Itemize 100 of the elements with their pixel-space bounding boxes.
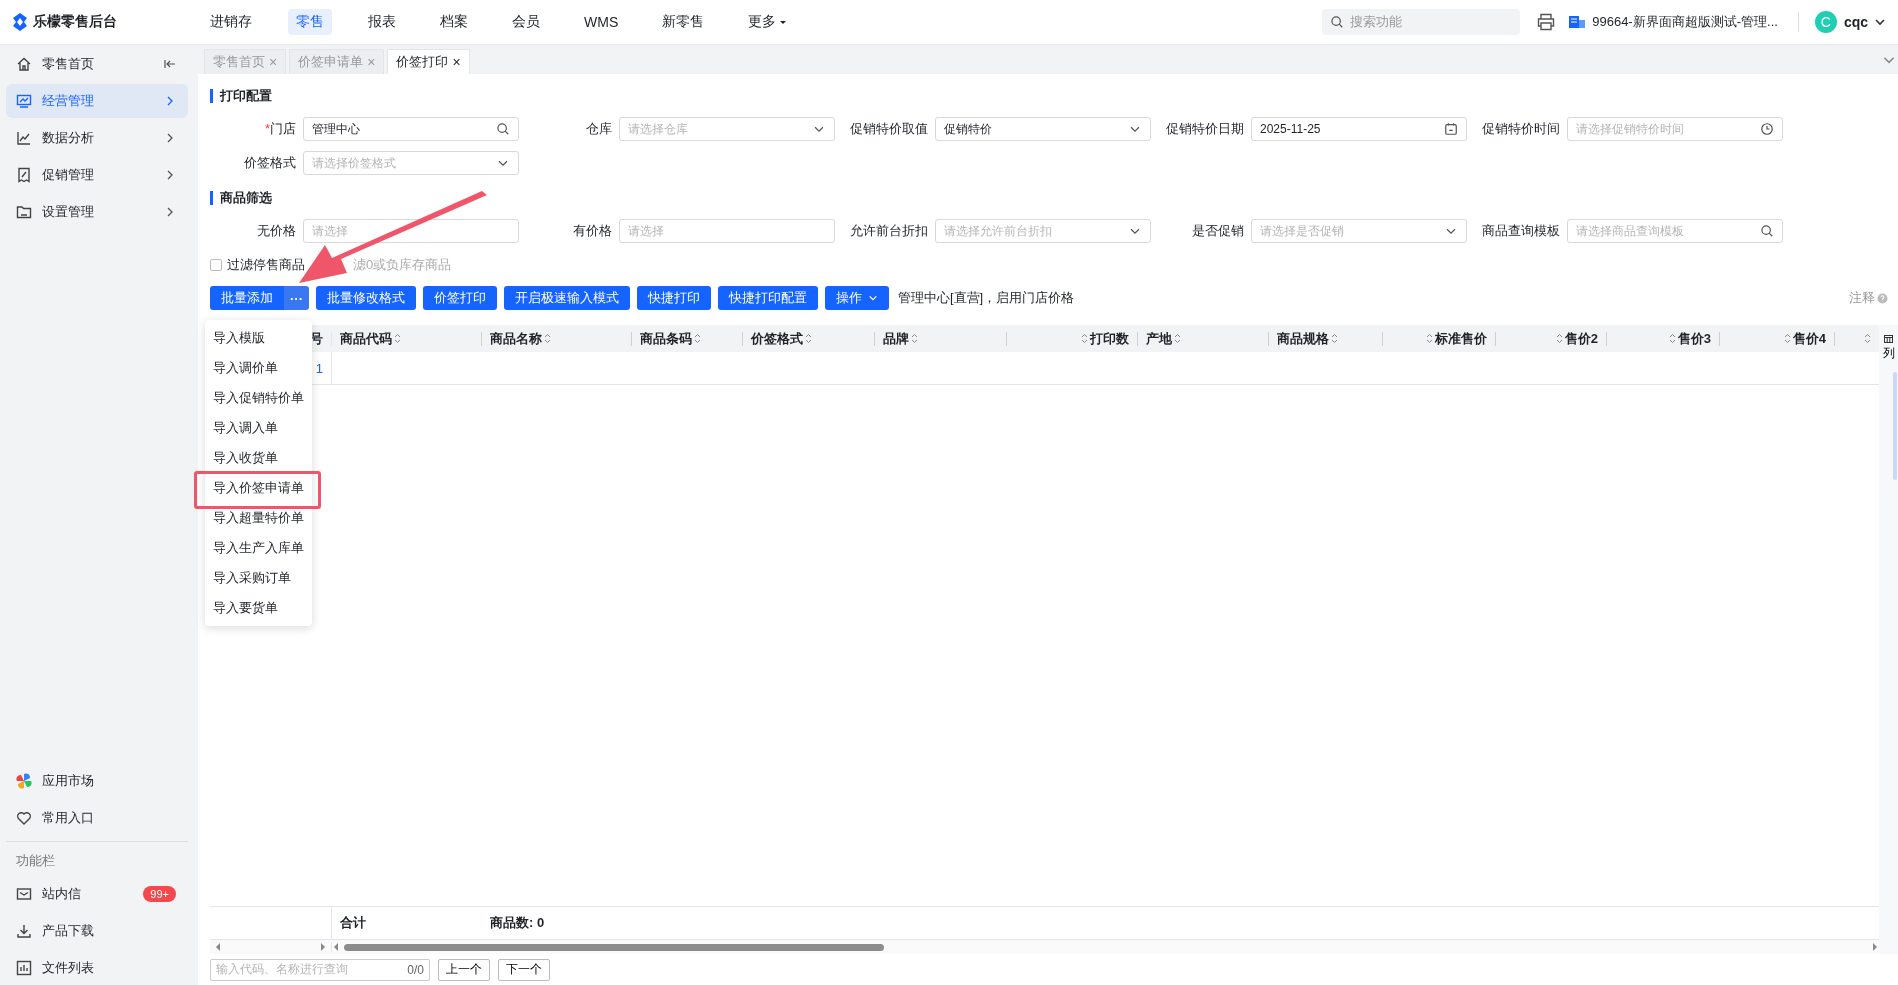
menu-item[interactable]: 导入生产入库单 (205, 533, 312, 563)
page-tab[interactable]: 价签打印 × (387, 49, 470, 74)
menu-item[interactable]: 导入价签申请单 (205, 473, 312, 503)
user-name[interactable]: cqc (1843, 14, 1868, 30)
nav-item[interactable]: 进销存 (202, 9, 260, 35)
scrollbar-thumb[interactable] (344, 943, 884, 951)
scroll-right-icon[interactable] (319, 942, 327, 952)
menu-item[interactable]: 导入要货单 (205, 593, 312, 623)
more-button[interactable]: ··· (284, 286, 309, 310)
sidebar-item[interactable]: 应用市场 (6, 764, 188, 798)
mail-icon (16, 886, 32, 902)
sort-icon[interactable] (1555, 333, 1563, 344)
dropdown-button[interactable]: 操作 (825, 286, 889, 310)
sidebar-item[interactable]: 站内信 99+ (6, 877, 188, 911)
collapse-icon[interactable] (164, 58, 176, 70)
sort-icon[interactable] (1426, 333, 1433, 344)
nav-item[interactable]: 新零售 (654, 9, 713, 35)
nav-item[interactable]: 零售 (288, 9, 332, 35)
clock-icon (1760, 122, 1774, 136)
sidebar-item[interactable]: 文件列表 (6, 951, 188, 985)
input-field[interactable]: 管理中心 (303, 117, 519, 141)
menu-item[interactable]: 导入模版 (205, 323, 312, 353)
column-header[interactable]: 商品条码 (640, 329, 692, 348)
menu-item[interactable]: 导入调价单 (205, 353, 312, 383)
scroll-left-icon[interactable] (332, 942, 340, 952)
sort-icon[interactable] (911, 333, 918, 344)
column-header[interactable]: 标准售价 (1435, 329, 1487, 348)
chevron-down-icon[interactable] (1874, 16, 1886, 28)
field-label: 促销特价时间 (1481, 120, 1560, 138)
sort-icon[interactable] (1783, 333, 1791, 344)
column-header[interactable]: 价签格式 (751, 329, 803, 348)
nav-item[interactable]: WMS (576, 9, 627, 35)
help-icon[interactable] (1877, 292, 1888, 304)
store-name[interactable]: 99664-新界面商超版测试-管理... (1592, 13, 1778, 31)
menu-item[interactable]: 导入促销特价单 (205, 383, 312, 413)
sort-icon[interactable] (544, 333, 551, 344)
next-button[interactable]: 下一个 (498, 958, 550, 981)
column-header[interactable]: 品牌 (883, 329, 909, 348)
toolbar-button[interactable]: 快捷打印配置 (718, 286, 818, 310)
sort-icon[interactable] (694, 333, 701, 344)
bar-chart-icon (16, 960, 32, 976)
sidebar-item[interactable]: 零售首页 (6, 47, 188, 81)
sort-icon[interactable] (1668, 333, 1676, 344)
column-header[interactable]: 商品规格 (1277, 329, 1329, 348)
sidebar-item[interactable]: 经营管理 (6, 84, 188, 118)
column-header[interactable]: 打印数 (1090, 329, 1129, 348)
field-label: 商品查询模板 (1481, 222, 1560, 240)
sort-icon[interactable] (1864, 333, 1871, 344)
toolbar-button[interactable]: 快捷打印 (637, 286, 711, 310)
column-header[interactable]: 商品代码 (340, 329, 392, 348)
field-label: 无价格 (256, 222, 296, 240)
search-icon (1330, 15, 1345, 29)
table-icon (1884, 335, 1893, 343)
toolbar-button[interactable]: 批量修改格式 (316, 286, 416, 310)
scroll-left-icon[interactable] (214, 942, 222, 952)
sort-icon[interactable] (805, 333, 812, 344)
field-label: 允许前台折扣 (849, 222, 928, 240)
scrollbar-thumb[interactable] (1892, 372, 1897, 480)
sidebar-item[interactable]: 设置管理 (6, 195, 188, 229)
caret-icon[interactable] (779, 18, 788, 26)
column-header[interactable]: 产地 (1146, 329, 1172, 348)
close-button[interactable]: × (452, 54, 461, 70)
sidebar-item[interactable]: 数据分析 (6, 121, 188, 155)
nav-item[interactable]: 报表 (360, 9, 404, 35)
field-label: *门店 (263, 120, 296, 138)
input-field[interactable]: 2025-11-25 (1251, 117, 1467, 141)
column-settings-button[interactable]: 列 (1882, 335, 1895, 362)
sort-icon[interactable] (394, 333, 401, 344)
logo-icon (12, 13, 28, 31)
download-icon (16, 923, 32, 939)
field-label: 促销特价日期 (1165, 120, 1244, 138)
checkbox[interactable]: 过滤停售商品 (210, 256, 305, 274)
previous-button[interactable]: 上一个 (438, 958, 490, 981)
search-field[interactable]: 输入代码、名称进行查询 0/0 (210, 958, 430, 981)
row-number[interactable]: 1 (315, 360, 323, 376)
nav-item[interactable]: 更多 (740, 9, 796, 35)
column-header[interactable]: 售价2 (1564, 329, 1598, 348)
menu-item[interactable]: 导入调入单 (205, 413, 312, 443)
sidebar-item[interactable]: 促销管理 (6, 158, 188, 192)
menu-item[interactable]: 导入超量特价单 (205, 503, 312, 533)
select-field[interactable]: 促销特价 (935, 117, 1151, 141)
sort-icon[interactable] (1081, 333, 1088, 344)
column-header[interactable]: 售价4 (1792, 329, 1826, 348)
sort-icon[interactable] (1331, 333, 1338, 344)
field-label: 价签格式 (243, 154, 296, 172)
printer-icon[interactable] (1536, 12, 1557, 32)
column-header[interactable]: 售价3 (1677, 329, 1711, 348)
toolbar-button[interactable]: 开启极速输入模式 (504, 286, 630, 310)
sidebar-item[interactable]: 常用入口 (6, 801, 188, 835)
toolbar-button[interactable]: 价签打印 (423, 286, 497, 310)
sidebar-item[interactable]: 产品下载 (6, 914, 188, 948)
sort-icon[interactable] (1174, 333, 1181, 344)
column-header[interactable]: 商品名称 (490, 329, 542, 348)
batch-add-button[interactable]: 批量添加 (210, 286, 284, 310)
nav-item[interactable]: 会员 (504, 9, 548, 35)
menu-item[interactable]: 导入采购订单 (205, 563, 312, 593)
nav-item[interactable]: 档案 (432, 9, 476, 35)
summary-text: 商品数: 0 (490, 914, 545, 932)
menu-item[interactable]: 导入收货单 (205, 443, 312, 473)
coupon-icon (16, 167, 32, 183)
